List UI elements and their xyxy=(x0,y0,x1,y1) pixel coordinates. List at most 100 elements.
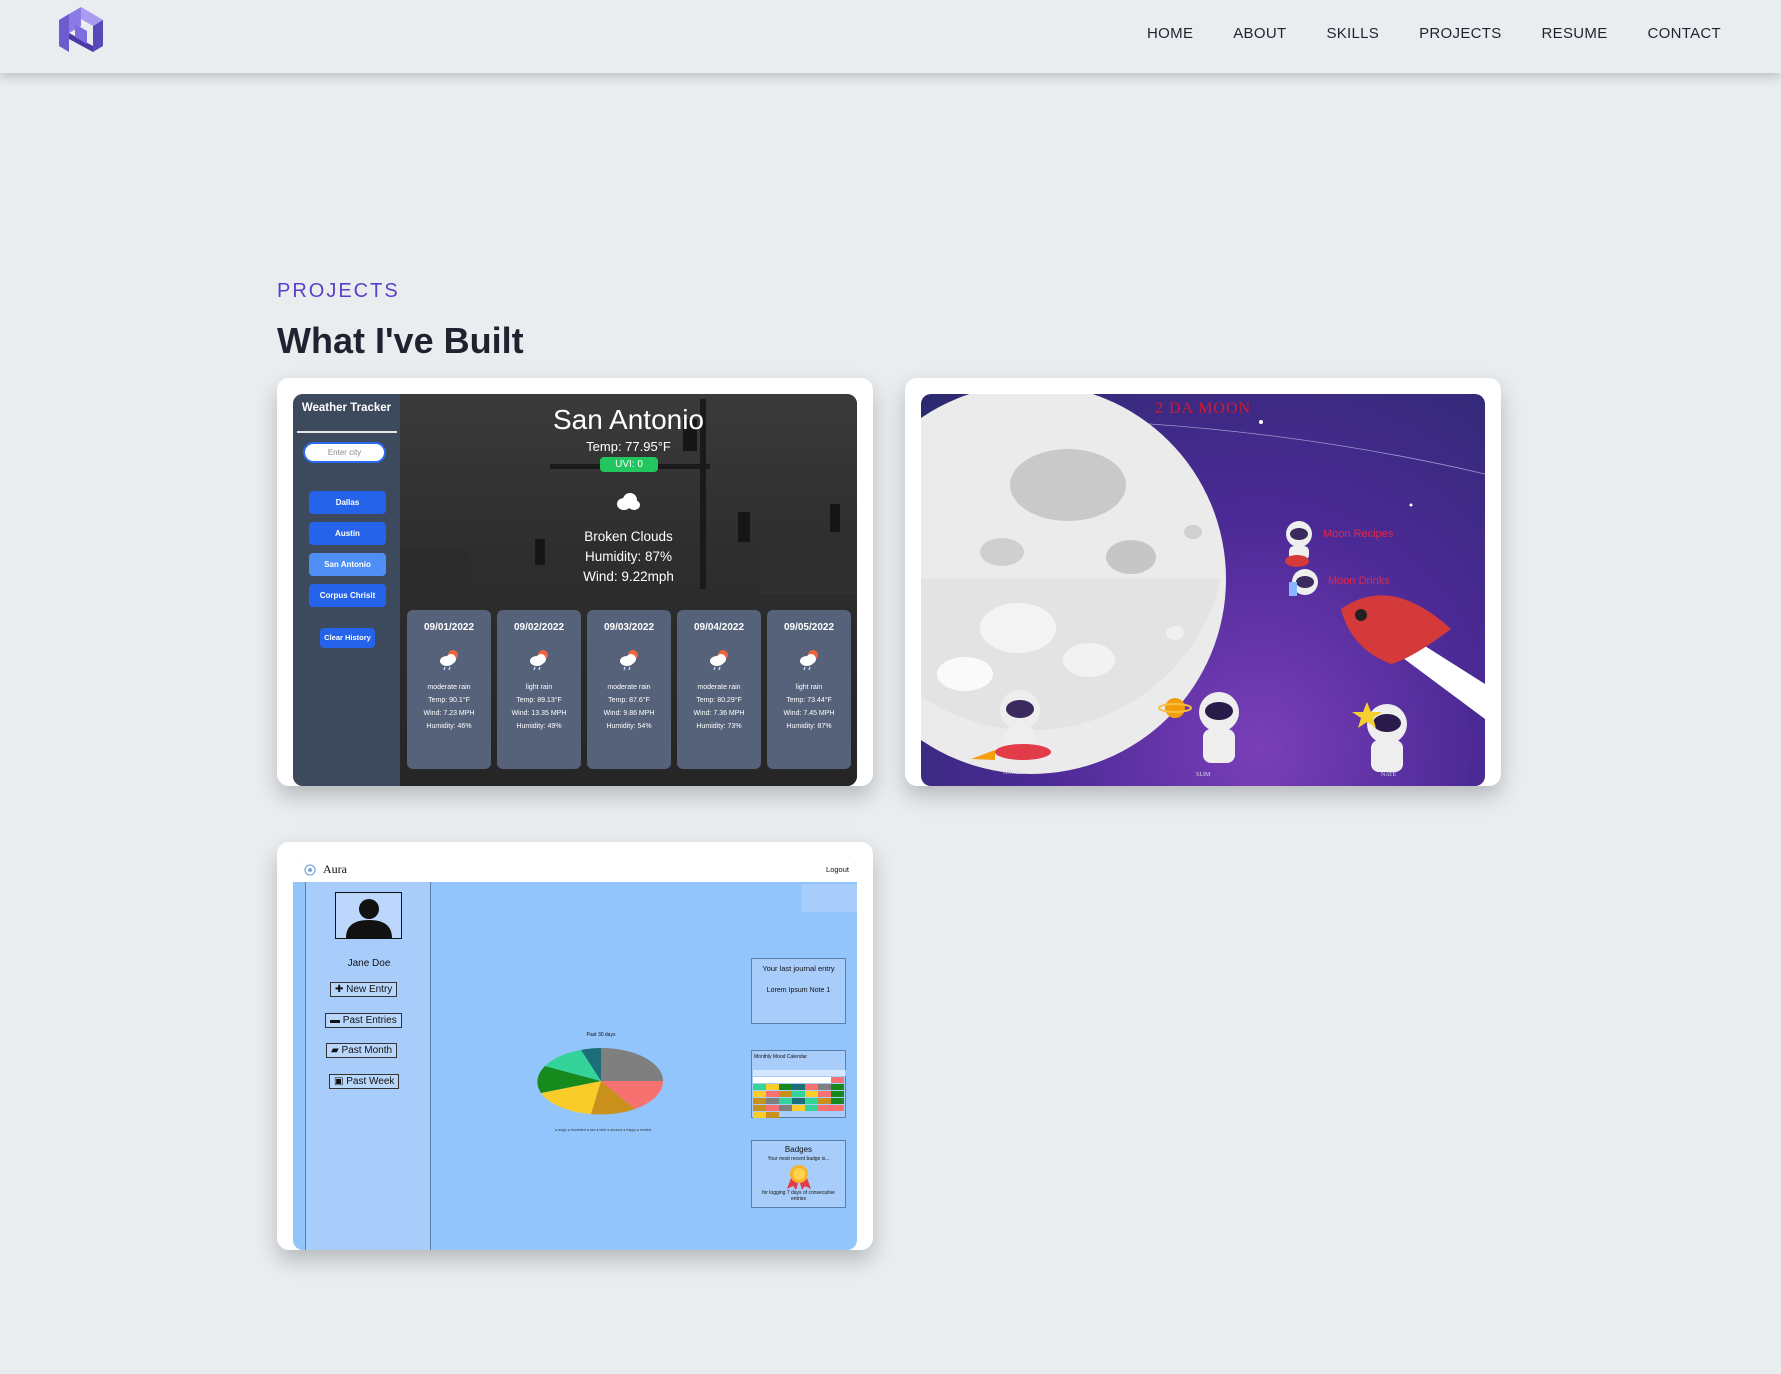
rain-cloud-icon xyxy=(797,647,821,671)
forecast-temp: Temp: 90.1°F xyxy=(428,697,470,704)
forecast-desc: light rain xyxy=(525,684,553,691)
forecast-wind: Wind: 7.45 MPH xyxy=(783,710,835,717)
badges-card: Badges Your most recent badge is... for … xyxy=(751,1140,846,1208)
badges-description: for logging 7 days of consecutive entrie… xyxy=(762,1190,835,1202)
uvi-badge: UVI: 0 xyxy=(600,457,658,472)
past-month-label: Past Month xyxy=(341,1045,393,1056)
badges-title: Badges xyxy=(784,1145,813,1154)
forecast-date: 09/01/2022 xyxy=(423,622,475,633)
mood-calendar-card: Monthly Mood Calendar xyxy=(751,1050,846,1118)
aura-logo-icon xyxy=(304,864,316,876)
aura-sidebar: Jane Doe ✚ New Entry ▬ Past Entries ▰ Pa… xyxy=(305,882,431,1250)
forecast-desc: moderate rain xyxy=(427,684,471,691)
nav-about[interactable]: ABOUT xyxy=(1233,25,1286,42)
history-button-corpus-christi: Corpus Chrisit xyxy=(309,584,386,607)
astronaut-figure xyxy=(1289,569,1318,596)
file-icon: ▣ xyxy=(334,1076,347,1087)
forecast-desc: moderate rain xyxy=(607,684,651,691)
past-entries-button: ▬ Past Entries xyxy=(325,1013,402,1028)
plus-icon: ✚ xyxy=(335,984,347,995)
project-card-weather[interactable]: Weather Tracker Enter city Dallas Austin… xyxy=(277,378,873,786)
corner-block xyxy=(801,884,857,912)
forecast-temp: Temp: 87.6°F xyxy=(608,697,650,704)
weather-sidebar: Weather Tracker Enter city Dallas Austin… xyxy=(293,394,400,786)
nav-contact[interactable]: CONTACT xyxy=(1648,25,1721,42)
city-search-input: Enter city xyxy=(303,442,386,463)
astronaut-figure xyxy=(1285,521,1312,567)
site-logo-icon[interactable] xyxy=(55,6,107,58)
forecast-desc: light rain xyxy=(795,684,823,691)
past-entries-label: Past Entries xyxy=(342,1015,397,1026)
rain-cloud-icon xyxy=(617,647,641,671)
section-eyebrow: PROJECTS xyxy=(277,280,400,302)
forecast-card: 09/05/2022 light rain Temp: 73.44°F Wind… xyxy=(767,610,851,769)
cloud-icon xyxy=(617,493,640,510)
forecast-card: 09/03/2022 moderate rain Temp: 87.6°F Wi… xyxy=(587,610,671,769)
past-week-label: Past Week xyxy=(346,1076,395,1087)
site-header: HOME ABOUT SKILLS PROJECTS RESUME CONTAC… xyxy=(0,0,1781,73)
astronaut-figure xyxy=(1352,702,1407,772)
current-temp: Temp: 77.95°F xyxy=(586,439,671,454)
journal-title: Your last journal entry xyxy=(762,964,835,973)
user-avatar-icon xyxy=(335,892,402,939)
badges-subtitle: Your most recent badge is... xyxy=(767,1156,830,1162)
forecast-card: 09/02/2022 light rain Temp: 89.13°F Wind… xyxy=(497,610,581,769)
nav-home[interactable]: HOME xyxy=(1147,25,1193,42)
forecast-humidity: Humidity: 54% xyxy=(606,723,652,730)
forecast-card: 09/01/2022 moderate rain Temp: 90.1°F Wi… xyxy=(407,610,491,769)
forecast-humidity: Humidity: 49% xyxy=(516,723,562,730)
weather-screenshot[interactable]: Weather Tracker Enter city Dallas Austin… xyxy=(293,394,857,786)
forecast-card: 09/04/2022 moderate rain Temp: 80.29°F W… xyxy=(677,610,761,769)
nav-resume[interactable]: RESUME xyxy=(1542,25,1608,42)
astronaut-name: ANGEL xyxy=(1003,770,1024,776)
rain-cloud-icon xyxy=(527,647,551,671)
history-button-austin: Austin xyxy=(309,522,386,545)
forecast-wind: Wind: 7.36 MPH xyxy=(693,710,745,717)
condition-text: Broken Clouds xyxy=(584,529,673,544)
forecast-date: 09/04/2022 xyxy=(693,622,745,633)
new-entry-label: New Entry xyxy=(346,984,393,995)
past-week-button: ▣ Past Week xyxy=(329,1074,400,1089)
forecast-humidity: Humidity: 87% xyxy=(786,723,832,730)
weather-app-title: Weather Tracker xyxy=(301,402,392,414)
nav-skills[interactable]: SKILLS xyxy=(1326,25,1379,42)
forecast-date: 09/03/2022 xyxy=(603,622,655,633)
astronaut-figure xyxy=(1158,692,1239,763)
moon-illustration xyxy=(921,394,1485,774)
forecast-desc: moderate rain xyxy=(697,684,741,691)
history-button-dallas: Dallas xyxy=(309,491,386,514)
project-card-moon[interactable]: 2 DA MOON Moon Recipes Moon Drinks ANGEL… xyxy=(905,378,1501,786)
forecast-wind: Wind: 7.23 MPH xyxy=(423,710,475,717)
moon-title: 2 DA MOON xyxy=(1154,400,1252,417)
aura-screenshot[interactable]: Aura Logout Jane Doe ✚ New Entry ▬ Past … xyxy=(293,858,857,1250)
logout-link: Logout xyxy=(826,865,849,874)
wind-text: Wind: 9.22mph xyxy=(583,569,674,584)
past-month-button: ▰ Past Month xyxy=(326,1043,398,1058)
mood-calendar-grid xyxy=(753,1070,846,1118)
forecast-humidity: Humidity: 46% xyxy=(426,723,472,730)
astronaut-name: NATE xyxy=(1381,772,1397,778)
humidity-text: Humidity: 87% xyxy=(584,549,673,564)
aura-topbar: Aura Logout xyxy=(293,858,857,882)
project-card-aura[interactable]: Aura Logout Jane Doe ✚ New Entry ▬ Past … xyxy=(277,842,873,1250)
divider xyxy=(297,431,397,433)
clear-history-button: Clear History xyxy=(320,628,375,648)
forecast-date: 09/02/2022 xyxy=(513,622,565,633)
forecast-temp: Temp: 80.29°F xyxy=(696,697,742,704)
forecast-humidity: Humidity: 73% xyxy=(696,723,742,730)
moon-screenshot[interactable]: 2 DA MOON Moon Recipes Moon Drinks ANGEL… xyxy=(921,394,1485,786)
mood-pie-chart: ● angry ● frustrated ● sad ● blah ● anxi… xyxy=(537,1048,664,1132)
current-city: San Antonio xyxy=(552,404,705,435)
weather-main: San Antonio Temp: 77.95°F UVI: 0 Broken … xyxy=(400,394,857,786)
new-entry-button: ✚ New Entry xyxy=(330,982,398,997)
journal-entry-card: Your last journal entry Lorem Ipsum Note… xyxy=(751,958,846,1024)
rain-cloud-icon xyxy=(437,647,461,671)
forecast-date: 09/05/2022 xyxy=(783,622,835,633)
moon-recipes-link: Moon Recipes xyxy=(1323,528,1394,540)
calendar-icon: ▰ xyxy=(331,1045,342,1056)
rain-cloud-icon xyxy=(707,647,731,671)
moon-drinks-link: Moon Drinks xyxy=(1328,575,1390,587)
inbox-icon: ▬ xyxy=(330,1015,343,1026)
nav-projects[interactable]: PROJECTS xyxy=(1419,25,1501,42)
section-title: What I've Built xyxy=(277,320,524,361)
